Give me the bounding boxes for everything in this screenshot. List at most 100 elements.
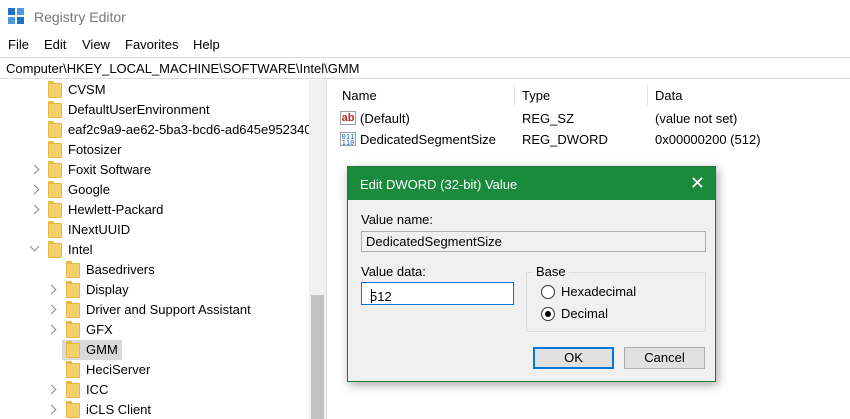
tree-item-label: iCLS Client [86, 402, 152, 417]
folder-icon [48, 161, 62, 178]
tree-item[interactable]: Basedrivers [0, 260, 320, 280]
folder-icon [48, 121, 62, 138]
tree-item[interactable]: ICC [0, 380, 320, 400]
chevron-right-icon[interactable] [46, 384, 57, 395]
folder-icon [66, 261, 80, 278]
address-bar[interactable]: Computer\HKEY_LOCAL_MACHINE\SOFTWARE\Int… [0, 57, 850, 79]
chevron-right-icon[interactable] [29, 164, 40, 175]
tree-item[interactable]: Hewlett-Packard [0, 200, 320, 220]
decimal-radio[interactable] [541, 307, 555, 321]
tree-item-label: Foxit Software [68, 162, 152, 177]
folder-icon [48, 81, 62, 98]
chevron-down-icon[interactable] [29, 241, 40, 252]
value-name-field[interactable]: DedicatedSegmentSize [361, 231, 706, 252]
folder-icon [66, 381, 80, 398]
folder-icon [66, 361, 80, 378]
edit-dword-dialog: Edit DWORD (32-bit) Value ✕ Value name: … [347, 166, 716, 382]
value-data-text: 512 [370, 289, 392, 304]
tree-item-label: eaf2c9a9-ae62-5ba3-bcd6-ad645e952340 [68, 122, 312, 137]
cancel-button[interactable]: Cancel [624, 347, 705, 369]
chevron-right-icon[interactable] [46, 404, 57, 415]
chevron-right-icon[interactable] [46, 284, 57, 295]
folder-icon [48, 241, 62, 258]
tree-item-label: CVSM [68, 82, 106, 97]
tree-item-selected[interactable]: GMM [0, 340, 320, 360]
tree-item-label: DefaultUserEnvironment [68, 102, 210, 117]
pane-splitter[interactable] [326, 80, 334, 419]
menu-view[interactable]: View [82, 37, 110, 52]
dialog-titlebar[interactable]: Edit DWORD (32-bit) Value ✕ [348, 167, 715, 200]
menu-file[interactable]: File [8, 37, 29, 52]
tree-item-label: GMM [86, 342, 118, 357]
binary-value-icon: 011 110 [340, 132, 356, 147]
chevron-right-icon[interactable] [29, 204, 40, 215]
folder-icon [48, 201, 62, 218]
registry-tree: CVSM DefaultUserEnvironment eaf2c9a9-ae6… [0, 80, 326, 419]
tree-item-label: Fotosizer [68, 142, 122, 157]
column-header-name[interactable]: Name [342, 88, 377, 103]
folder-icon [48, 101, 62, 118]
column-divider[interactable] [647, 84, 648, 106]
folder-icon [66, 301, 80, 318]
folder-icon [66, 401, 80, 418]
chevron-right-icon[interactable] [29, 184, 40, 195]
tree-item[interactable]: Intel [0, 240, 320, 260]
tree-item[interactable]: Foxit Software [0, 160, 320, 180]
tree-item[interactable]: DefaultUserEnvironment [0, 100, 320, 120]
tree-item[interactable]: Fotosizer [0, 140, 320, 160]
text-caret [371, 289, 372, 303]
value-row-default[interactable]: ab (Default) REG_SZ (value not set) [334, 109, 850, 129]
chevron-right-icon[interactable] [46, 304, 57, 315]
tree-item-label: Intel [68, 242, 93, 257]
folder-icon [48, 221, 62, 238]
close-icon[interactable]: ✕ [690, 173, 705, 193]
folder-icon [66, 321, 80, 338]
hexadecimal-label[interactable]: Hexadecimal [561, 284, 636, 299]
tree-item-label: Display [86, 282, 129, 297]
tree-item[interactable]: eaf2c9a9-ae62-5ba3-bcd6-ad645e952340 [0, 120, 320, 140]
folder-icon [66, 341, 80, 358]
column-header-type[interactable]: Type [522, 88, 550, 103]
tree-scrollbar[interactable] [309, 80, 326, 419]
menu-help[interactable]: Help [193, 37, 220, 52]
value-name-text: DedicatedSegmentSize [366, 234, 502, 249]
column-divider[interactable] [514, 84, 515, 106]
menu-edit[interactable]: Edit [44, 37, 66, 52]
value-row-dedicatedsegmentsize[interactable]: 011 110 DedicatedSegmentSize REG_DWORD 0x… [334, 130, 850, 150]
value-name: DedicatedSegmentSize [360, 132, 496, 147]
tree-item[interactable]: iCLS Client [0, 400, 320, 419]
tree-item[interactable]: Driver and Support Assistant [0, 300, 320, 320]
column-header-data[interactable]: Data [655, 88, 682, 103]
tree-item[interactable]: GFX [0, 320, 320, 340]
value-type: REG_SZ [522, 111, 575, 126]
tree-item-label: Google [68, 182, 110, 197]
tree-item-label: Driver and Support Assistant [86, 302, 251, 317]
menu-bar: File Edit View Favorites Help [0, 35, 850, 55]
value-data-input[interactable]: 512 [361, 282, 514, 305]
tree-scrollbar-thumb[interactable] [311, 295, 324, 419]
hexadecimal-radio[interactable] [541, 285, 555, 299]
folder-icon [48, 181, 62, 198]
menu-favorites[interactable]: Favorites [125, 37, 178, 52]
tree-item[interactable]: INextUUID [0, 220, 320, 240]
folder-icon [48, 141, 62, 158]
tree-item[interactable]: CVSM [0, 80, 320, 100]
tree-item[interactable]: Google [0, 180, 320, 200]
value-type: REG_DWORD [522, 132, 608, 147]
tree-item[interactable]: HeciServer [0, 360, 320, 380]
tree-item-label: ICC [86, 382, 109, 397]
registry-editor-icon [8, 8, 25, 25]
ok-button[interactable]: OK [533, 347, 614, 369]
folder-icon [66, 281, 80, 298]
value-data-label: Value data: [361, 264, 426, 279]
value-data: 0x00000200 (512) [655, 132, 761, 147]
tree-item-label: HeciServer [86, 362, 151, 377]
string-value-icon: ab [340, 111, 356, 125]
base-label: Base [533, 264, 569, 279]
tree-item[interactable]: Display [0, 280, 320, 300]
decimal-label[interactable]: Decimal [561, 306, 608, 321]
value-name-label: Value name: [361, 212, 434, 227]
window-titlebar: Registry Editor [0, 0, 850, 34]
chevron-right-icon[interactable] [46, 324, 57, 335]
address-path[interactable]: Computer\HKEY_LOCAL_MACHINE\SOFTWARE\Int… [6, 61, 360, 76]
